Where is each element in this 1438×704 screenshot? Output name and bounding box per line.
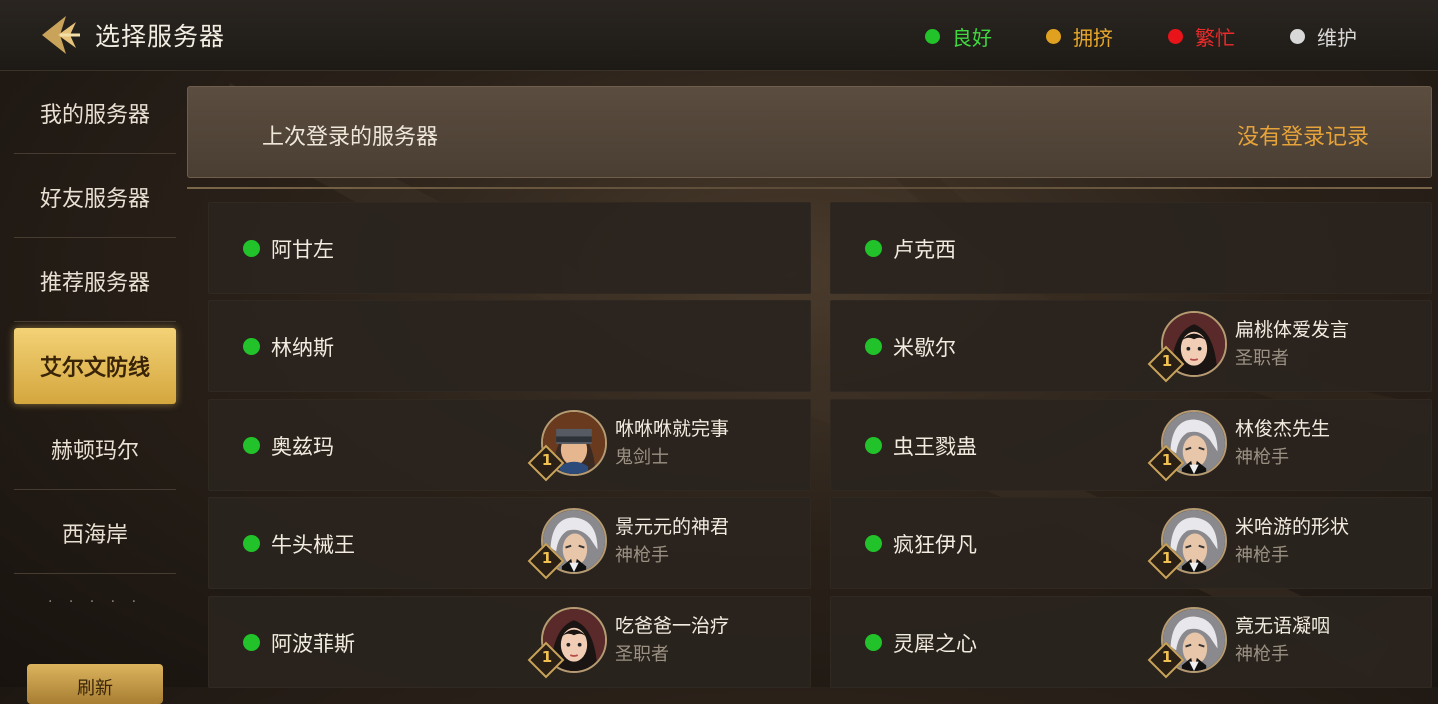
maintenance-status-dot-icon: [1290, 29, 1305, 44]
level-number: 1: [1161, 451, 1173, 469]
sidebar-item-my-servers[interactable]: 我的服务器: [14, 72, 176, 154]
legend-label: 良好: [952, 26, 992, 50]
server-name: 奥兹玛: [271, 435, 334, 459]
last-login-label: 上次登录的服务器: [262, 125, 439, 150]
legend-label: 繁忙: [1195, 26, 1235, 50]
server-card[interactable]: 疯狂伊凡 1 米哈游的形状 神枪手: [830, 497, 1432, 589]
server-card[interactable]: 米歇尔 1 扁桃体爱发言 圣职者: [830, 300, 1432, 392]
server-card[interactable]: 虫王戮蛊 1 林俊杰先生神枪手: [830, 399, 1432, 491]
status-dot-icon: [243, 634, 260, 651]
character-info: 1 吃爸爸一治疗 圣职者: [527, 603, 787, 683]
character-class: 神枪手: [1235, 545, 1289, 566]
character-info: 1 扁桃体爱发言 圣职者: [1147, 307, 1407, 387]
character-info: 1 景元元的神君 神枪手: [527, 504, 787, 584]
sidebar-item-label: 艾尔文防线: [39, 356, 150, 381]
status-dot-icon: [243, 535, 260, 552]
sidebar-item-recommended-servers[interactable]: 推荐服务器: [14, 240, 176, 322]
refresh-button-label: 刷新: [77, 678, 113, 699]
level-number: 1: [541, 549, 553, 567]
status-dot-icon: [865, 240, 882, 257]
level-number: 1: [541, 451, 553, 469]
character-class: 神枪手: [1235, 644, 1289, 665]
level-number: 1: [1161, 549, 1173, 567]
character-info: 1 林俊杰先生神枪手: [1147, 406, 1407, 486]
last-login-value: 没有登录记录: [1236, 125, 1369, 150]
sidebar-item-label: 我的服务器: [39, 103, 150, 128]
character-class: 鬼剑士: [615, 447, 669, 468]
server-name: 阿波菲斯: [271, 632, 355, 656]
character-info: 1 竟无语凝咽神枪手: [1147, 603, 1407, 683]
sidebar-item-friend-servers[interactable]: 好友服务器: [14, 156, 176, 238]
server-card[interactable]: 阿甘左: [208, 202, 811, 294]
status-dot-icon: [865, 634, 882, 651]
header-bar: 选择服务器 良好 拥挤 繁忙 维护: [0, 0, 1438, 71]
character-name: 景元元的神君: [615, 516, 730, 538]
legend-crowded: 拥挤: [1046, 22, 1113, 51]
legend-label: 拥挤: [1073, 26, 1113, 50]
character-name: 米哈游的形状: [1235, 516, 1350, 538]
status-dot-icon: [865, 338, 882, 355]
level-number: 1: [1161, 648, 1173, 666]
character-class: 圣职者: [615, 644, 669, 665]
sidebar-item-label: · · · · ·: [47, 594, 143, 610]
status-dot-icon: [243, 240, 260, 257]
character-class: 神枪手: [615, 545, 669, 566]
server-name: 虫王戮蛊: [893, 435, 977, 459]
status-dot-icon: [865, 535, 882, 552]
sidebar-item-west-coast[interactable]: 西海岸: [14, 492, 176, 574]
server-card[interactable]: 卢克西: [830, 202, 1432, 294]
level-number: 1: [541, 648, 553, 666]
status-dot-icon: [243, 437, 260, 454]
server-name: 灵犀之心: [893, 632, 977, 656]
busy-status-dot-icon: [1168, 29, 1183, 44]
character-class: 神枪手: [1235, 447, 1289, 468]
sidebar-item-label: 好友服务器: [39, 187, 150, 212]
level-number: 1: [1161, 352, 1173, 370]
legend-label: 维护: [1317, 26, 1357, 50]
refresh-button[interactable]: 刷新: [27, 664, 163, 704]
character-name: 扁桃体爱发言: [1235, 319, 1350, 341]
crowded-status-dot-icon: [1046, 29, 1061, 44]
back-arrow-icon[interactable]: [36, 12, 82, 58]
status-dot-icon: [243, 338, 260, 355]
page-title: 选择服务器: [95, 22, 226, 51]
server-card[interactable]: 牛头械王 1 景元元的神君 神枪手: [208, 497, 811, 589]
character-info: 1 咻咻咻就完事 鬼剑士: [527, 406, 787, 486]
character-class: 圣职者: [1235, 348, 1289, 369]
character-info: 1 米哈游的形状 神枪手: [1147, 504, 1407, 584]
good-status-dot-icon: [925, 29, 940, 44]
last-login-panel: 上次登录的服务器 没有登录记录: [187, 86, 1432, 178]
legend-good: 良好: [925, 22, 992, 51]
legend-busy: 繁忙: [1168, 22, 1235, 51]
sidebar-item-more[interactable]: · · · · ·: [14, 576, 176, 616]
status-dot-icon: [865, 437, 882, 454]
character-name: 林俊杰先生: [1235, 418, 1331, 440]
character-name: 吃爸爸一治疗: [615, 615, 730, 637]
sidebar-item-hendon-myre[interactable]: 赫顿玛尔: [14, 408, 176, 490]
server-name: 林纳斯: [271, 336, 334, 360]
sidebar-item-label: 西海岸: [61, 523, 128, 548]
server-name: 米歇尔: [893, 336, 956, 360]
server-card[interactable]: 奥兹玛 1 咻咻咻就完事 鬼剑士: [208, 399, 811, 491]
divider: [187, 187, 1432, 189]
server-card[interactable]: 林纳斯: [208, 300, 811, 392]
sidebar-item-elvenguard[interactable]: 艾尔文防线: [14, 328, 176, 404]
server-card[interactable]: 灵犀之心 1 竟无语凝咽神枪手: [830, 596, 1432, 688]
server-name: 阿甘左: [271, 238, 334, 262]
character-name: 咻咻咻就完事: [615, 418, 730, 440]
sidebar-item-label: 推荐服务器: [39, 271, 150, 296]
server-card[interactable]: 阿波菲斯 1 吃爸爸一治疗 圣职者: [208, 596, 811, 688]
character-name: 竟无语凝咽: [1235, 615, 1331, 637]
server-name: 卢克西: [893, 238, 956, 262]
sidebar-item-label: 赫顿玛尔: [50, 439, 139, 464]
legend-maintenance: 维护: [1290, 22, 1357, 51]
server-name: 疯狂伊凡: [893, 533, 977, 557]
server-name: 牛头械王: [271, 533, 355, 557]
